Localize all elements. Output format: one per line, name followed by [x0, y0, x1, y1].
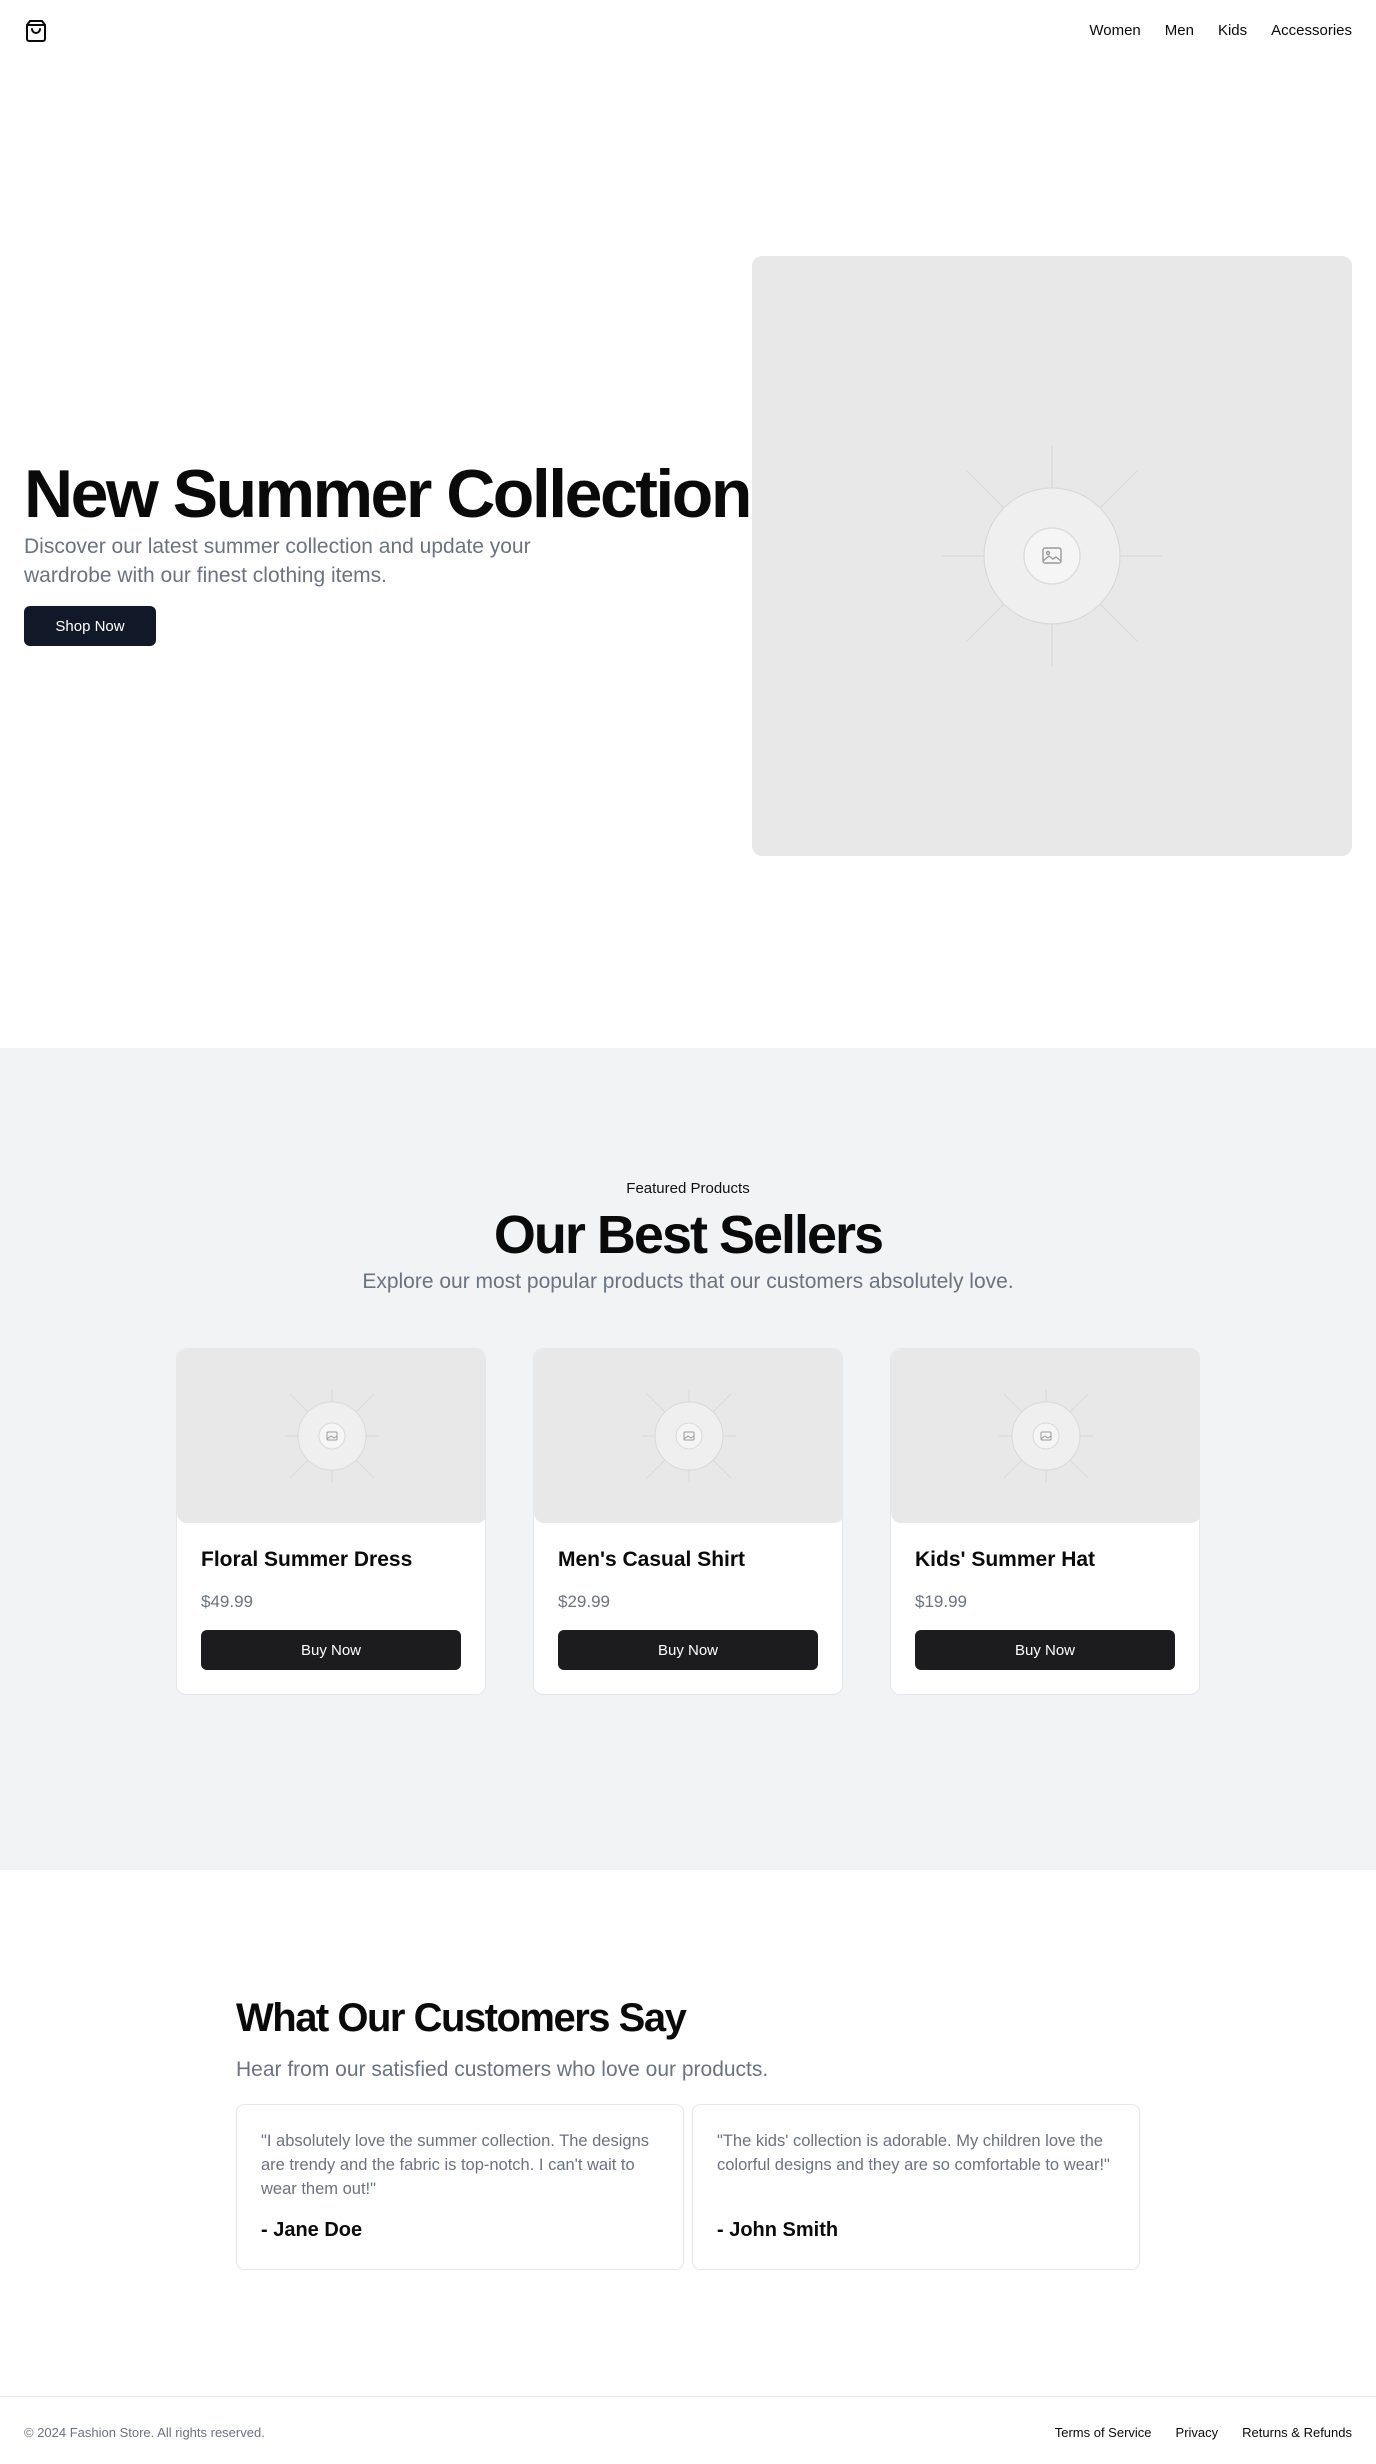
- testimonial-card: "I absolutely love the summer collection…: [236, 2104, 684, 2270]
- product-card: Floral Summer Dress $49.99 Buy Now: [176, 1348, 486, 1695]
- buy-now-button[interactable]: Buy Now: [201, 1630, 461, 1670]
- terms-link[interactable]: Terms of Service: [1055, 2425, 1152, 2440]
- image-placeholder-icon: [285, 1389, 379, 1483]
- hero-image: [752, 256, 1352, 856]
- buy-now-button[interactable]: Buy Now: [558, 1630, 818, 1670]
- nav-men[interactable]: Men: [1165, 22, 1194, 39]
- product-price: $49.99: [201, 1592, 253, 1611]
- product-card: Men's Casual Shirt $29.99 Buy Now: [533, 1348, 843, 1695]
- product-name: Kids' Summer Hat: [915, 1548, 1096, 1571]
- testimonials-title: What Our Customers Say: [236, 1996, 687, 2040]
- nav-kids[interactable]: Kids: [1218, 22, 1247, 39]
- buy-now-button[interactable]: Buy Now: [915, 1630, 1175, 1670]
- image-placeholder-icon: [999, 1389, 1093, 1483]
- best-sellers-title: Our Best Sellers: [493, 1205, 884, 1265]
- copyright-text: © 2024 Fashion Store. All rights reserve…: [24, 2425, 265, 2440]
- nav-accessories[interactable]: Accessories: [1271, 22, 1352, 39]
- best-sellers-subtitle: Explore our most popular products that o…: [362, 1270, 1014, 1293]
- testimonials-subtitle: Hear from our satisfied customers who lo…: [236, 2058, 769, 2081]
- testimonial-quote: "I absolutely love the summer collection…: [261, 2132, 649, 2198]
- site-header: Women Men Kids Accessories: [0, 0, 1376, 64]
- product-name: Men's Casual Shirt: [558, 1548, 746, 1571]
- testimonial-author: - Jane Doe: [261, 2219, 363, 2241]
- product-image: [177, 1349, 485, 1523]
- featured-eyebrow: Featured Products: [626, 1180, 750, 1197]
- product-image: [534, 1349, 842, 1523]
- site-footer: © 2024 Fashion Store. All rights reserve…: [0, 2396, 1376, 2464]
- image-placeholder-icon: [642, 1389, 736, 1483]
- shop-now-button[interactable]: Shop Now: [24, 606, 156, 646]
- testimonial-card: "The kids' collection is adorable. My ch…: [692, 2104, 1140, 2270]
- footer-links: Terms of Service Privacy Returns & Refun…: [1055, 2425, 1352, 2440]
- testimonial-author: - John Smith: [717, 2219, 839, 2241]
- main-nav: Women Men Kids Accessories: [1089, 22, 1352, 39]
- featured-section: Featured Products Our Best Sellers Explo…: [0, 1048, 1376, 1870]
- nav-women[interactable]: Women: [1089, 22, 1140, 39]
- privacy-link[interactable]: Privacy: [1176, 2425, 1219, 2440]
- product-price: $19.99: [915, 1592, 967, 1611]
- returns-link[interactable]: Returns & Refunds: [1242, 2425, 1352, 2440]
- hero-subtitle: Discover our latest summer collection an…: [24, 535, 531, 587]
- product-name: Floral Summer Dress: [201, 1548, 413, 1571]
- testimonial-quote: "The kids' collection is adorable. My ch…: [717, 2132, 1110, 2174]
- image-placeholder-icon: [942, 446, 1162, 666]
- hero-title: New Summer Collection: [24, 456, 752, 532]
- product-image: [891, 1349, 1199, 1523]
- product-card: Kids' Summer Hat $19.99 Buy Now: [890, 1348, 1200, 1695]
- shopping-bag-icon[interactable]: [24, 19, 48, 43]
- product-price: $29.99: [558, 1592, 610, 1611]
